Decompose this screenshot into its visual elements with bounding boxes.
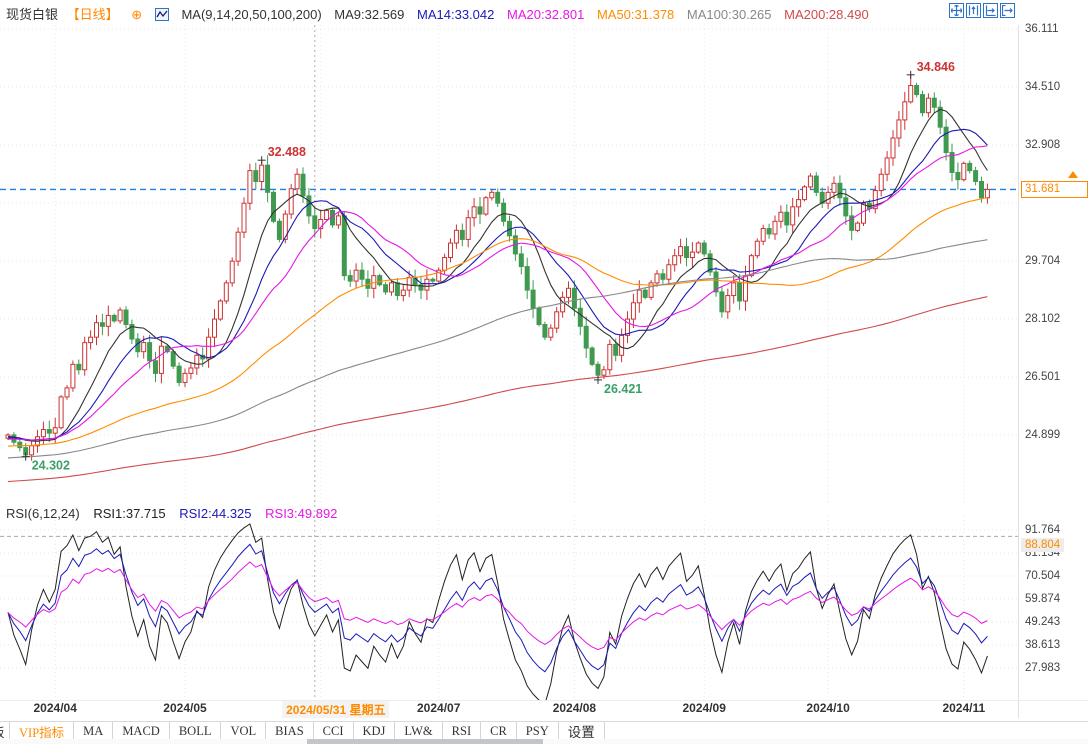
trading-chart-app: 24.302 32.488 26.421 34.846 现货白银 【日线】 ⊕ MA(… (0, 0, 1088, 744)
indicator-tab-lw[interactable]: LW& (395, 722, 442, 740)
add-favorite-icon[interactable]: ⊕ (131, 8, 142, 21)
x-axis-label: 2024/08 (553, 701, 596, 715)
ma-params: MA(9,14,20,50,100,200) (181, 7, 321, 22)
price-up-arrow-icon (1068, 171, 1078, 178)
rsi-axis-label: 38.613 (1025, 639, 1060, 651)
period-label: 【日线】 (67, 7, 119, 22)
symbol-name: 现货白银 (6, 7, 58, 22)
indicator-toolbar: 板 VIP指标 MA MACD BOLL VOL BIAS CCI KDJ LW… (0, 721, 1088, 740)
x-axis-label: 2024/05 (163, 701, 206, 715)
settings-tab[interactable]: 设置 (559, 722, 605, 740)
chart-canvas[interactable]: 24.302 32.488 26.421 34.846 (0, 0, 1088, 744)
ma9-value: MA9:32.569 (334, 7, 404, 22)
price-axis-label: 36.111 (1025, 23, 1058, 35)
x-axis-label: 2024/04 (33, 701, 76, 715)
svg-text:34.846: 34.846 (917, 60, 955, 74)
ma100-value: MA100:30.265 (687, 7, 772, 22)
svg-text:24.302: 24.302 (32, 459, 70, 473)
rsi-params: RSI(6,12,24) (6, 506, 80, 521)
x-axis-scale-icon[interactable] (983, 3, 998, 18)
ma20-value: MA20:32.801 (507, 7, 584, 22)
x-axis-label: 2024/10 (806, 701, 849, 715)
jump-to-latest-icon[interactable] (1000, 3, 1015, 18)
rsi-axis-label: 27.983 (1025, 662, 1060, 674)
price-axis-label: 29.704 (1025, 255, 1060, 267)
indicator-tab-boll[interactable]: BOLL (170, 722, 222, 740)
price-axis-label: 24.899 (1025, 429, 1060, 441)
rsi-axis-label: 91.764 (1025, 524, 1060, 536)
pan-move-icon[interactable] (949, 3, 964, 18)
indicator-tab-partial[interactable]: 板 (0, 722, 10, 740)
crosshair-date-label: 2024/05/31 星期五 (282, 701, 389, 718)
ma200-value: MA200:28.490 (784, 7, 869, 22)
scrollbar-thumb[interactable] (307, 739, 543, 744)
svg-text:26.421: 26.421 (604, 382, 642, 396)
y-axis-scale-icon[interactable] (966, 3, 981, 18)
last-price-tag: 31.681 (1021, 181, 1088, 198)
indicator-tab-cci[interactable]: CCI (314, 722, 354, 740)
rsi-crosshair-value: 88.804 (1021, 538, 1064, 552)
rsi-axis-label: 70.504 (1025, 570, 1060, 582)
ma14-value: MA14:33.042 (417, 7, 494, 22)
x-axis-label: 2024/11 (942, 701, 985, 715)
indicator-tab-ma[interactable]: MA (74, 722, 113, 740)
main-legend: 现货白银 【日线】 ⊕ MA(9,14,20,50,100,200) MA9:3… (6, 4, 878, 23)
indicator-tab-macd[interactable]: MACD (113, 722, 170, 740)
indicator-chart-icon[interactable] (155, 8, 169, 21)
indicator-tab-bias[interactable]: BIAS (266, 722, 313, 740)
indicator-tab-rsi[interactable]: RSI (443, 722, 481, 740)
price-axis-label: 28.102 (1025, 313, 1060, 325)
price-axis-label: 34.510 (1025, 81, 1060, 93)
horizontal-scrollbar[interactable] (0, 739, 1088, 744)
ma50-value: MA50:31.378 (597, 7, 674, 22)
x-axis-label: 2024/07 (417, 701, 460, 715)
indicator-tab-psy[interactable]: PSY (517, 722, 559, 740)
price-axis-label: 26.501 (1025, 371, 1060, 383)
indicator-tab-vip[interactable]: VIP指标 (10, 722, 74, 740)
rsi3-value: RSI3:49.892 (265, 506, 337, 521)
rsi1-value: RSI1:37.715 (93, 506, 165, 521)
indicator-tab-cr[interactable]: CR (481, 722, 517, 740)
rsi2-value: RSI2:44.325 (179, 506, 251, 521)
chart-toolbar-icons (949, 3, 1015, 18)
x-axis-label: 2024/09 (682, 701, 725, 715)
svg-text:32.488: 32.488 (268, 145, 306, 159)
rsi-axis-label: 59.874 (1025, 593, 1060, 605)
rsi-legend: RSI(6,12,24) RSI1:37.715 RSI2:44.325 RSI… (6, 506, 347, 521)
price-axis-label: 32.908 (1025, 139, 1060, 151)
rsi-axis-label: 49.243 (1025, 616, 1060, 628)
indicator-tab-vol[interactable]: VOL (221, 722, 266, 740)
indicator-tab-kdj[interactable]: KDJ (354, 722, 396, 740)
